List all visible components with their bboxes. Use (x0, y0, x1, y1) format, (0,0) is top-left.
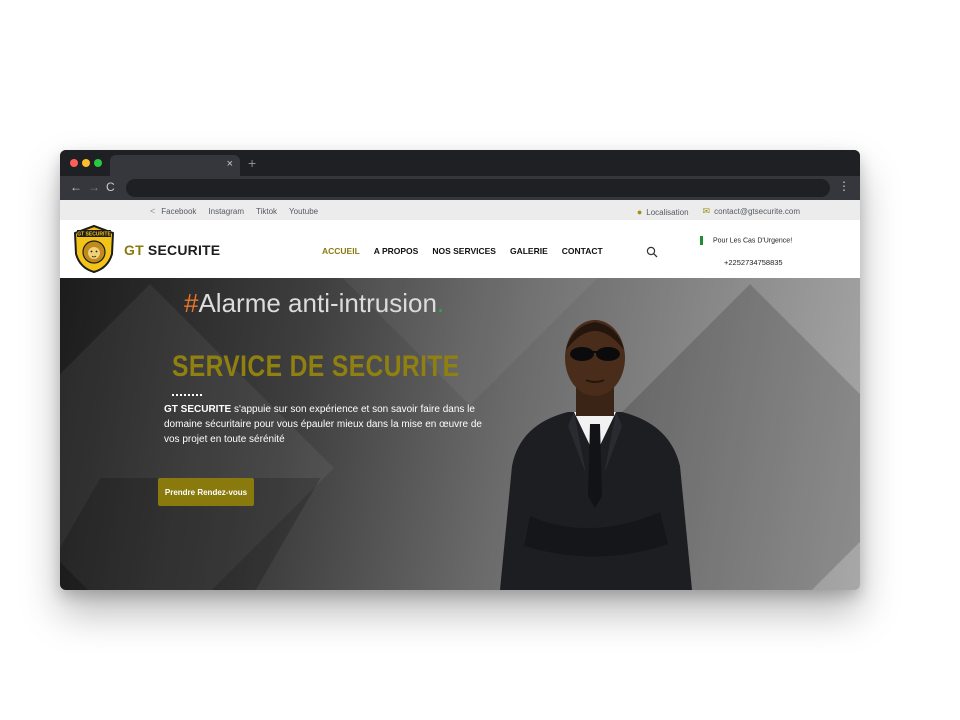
browser-tabstrip: × + (60, 150, 860, 176)
hero-tagline: #Alarme anti-intrusion. (184, 288, 444, 319)
reload-icon[interactable]: C (106, 180, 115, 194)
desc-company: GT SECURITE (164, 404, 232, 415)
location-link[interactable]: ● Localisation (637, 207, 689, 217)
search-icon[interactable] (646, 246, 658, 258)
urgency-phone[interactable]: +2252734758835 (724, 258, 783, 267)
lion-shield-logo[interactable]: GT SECURITE (72, 224, 116, 274)
back-icon[interactable]: ← (70, 180, 82, 194)
top-bar: < Facebook Instagram Tiktok Youtube ● Loc… (60, 200, 860, 220)
brand-prefix: GT (124, 242, 144, 258)
hero-description: GT SECURITE s'appuie sur son expérience … (164, 402, 484, 447)
security-guard-photo (500, 320, 692, 590)
browser-tab[interactable]: × (110, 155, 240, 176)
map-pin-icon: ● (636, 206, 643, 217)
urgency-label: Pour Les Cas D'Urgence! (700, 236, 792, 245)
logo-text: GT SECURITE (77, 232, 111, 238)
tab-close-icon[interactable]: × (227, 158, 233, 170)
tagline-dot: . (436, 288, 445, 318)
nav-item-a-propos[interactable]: A PROPOS (374, 246, 419, 256)
flag-icon (700, 236, 703, 245)
maximize-window-dot[interactable] (94, 159, 102, 167)
stage: × + ← → C ⋮ < Facebook Instagram Tiktok … (0, 0, 960, 720)
share-icon: < (150, 206, 156, 216)
contact-info: ● Localisation ✉ contact@gtsecurite.com (637, 206, 800, 217)
email-link[interactable]: ✉ contact@gtsecurite.com (703, 206, 800, 217)
social-links: < Facebook Instagram Tiktok Youtube (150, 206, 318, 216)
tagline-text: Alarme anti-intrusion (198, 288, 437, 318)
browser-toolbar: ← → C ⋮ (60, 176, 860, 200)
appointment-button[interactable]: Prendre Rendez-vous (158, 478, 254, 506)
brand-suffix: SECURITE (143, 242, 221, 258)
new-tab-icon[interactable]: + (248, 155, 256, 171)
nav-item-nos-services[interactable]: NOS SERVICES (432, 246, 496, 256)
nav-item-accueil[interactable]: ACCUEIL (322, 246, 360, 256)
forward-icon[interactable]: → (88, 180, 100, 194)
minimize-window-dot[interactable] (82, 159, 90, 167)
social-link-instagram[interactable]: Instagram (208, 207, 244, 216)
social-link-youtube[interactable]: Youtube (289, 207, 318, 216)
title-divider (172, 394, 202, 396)
main-nav: ACCUEIL A PROPOS NOS SERVICES GALERIE CO… (322, 246, 603, 256)
browser-menu-icon[interactable]: ⋮ (838, 179, 850, 193)
brand-name[interactable]: GT SECURITE (124, 242, 220, 258)
nav-item-contact[interactable]: CONTACT (562, 246, 603, 256)
address-bar[interactable] (126, 179, 830, 197)
web-page: < Facebook Instagram Tiktok Youtube ● Loc… (60, 200, 860, 590)
site-header: GT SECURITE GT SECURITE ACCUEIL A PROPOS… (60, 220, 860, 278)
social-link-tiktok[interactable]: Tiktok (256, 207, 277, 216)
hero-title: SERVICE DE SECURITE (172, 350, 460, 383)
browser-window: × + ← → C ⋮ < Facebook Instagram Tiktok … (60, 150, 860, 590)
hash-symbol: # (184, 288, 199, 318)
location-label: Localisation (646, 207, 689, 217)
social-link-facebook[interactable]: Facebook (161, 207, 196, 216)
close-window-dot[interactable] (70, 159, 78, 167)
email-label: contact@gtsecurite.com (714, 207, 800, 216)
urgency-text: Pour Les Cas D'Urgence! (713, 237, 793, 245)
envelope-icon: ✉ (702, 206, 711, 216)
nav-item-galerie[interactable]: GALERIE (510, 246, 548, 256)
hero-banner: #Alarme anti-intrusion. SERVICE DE SECUR… (60, 278, 860, 590)
